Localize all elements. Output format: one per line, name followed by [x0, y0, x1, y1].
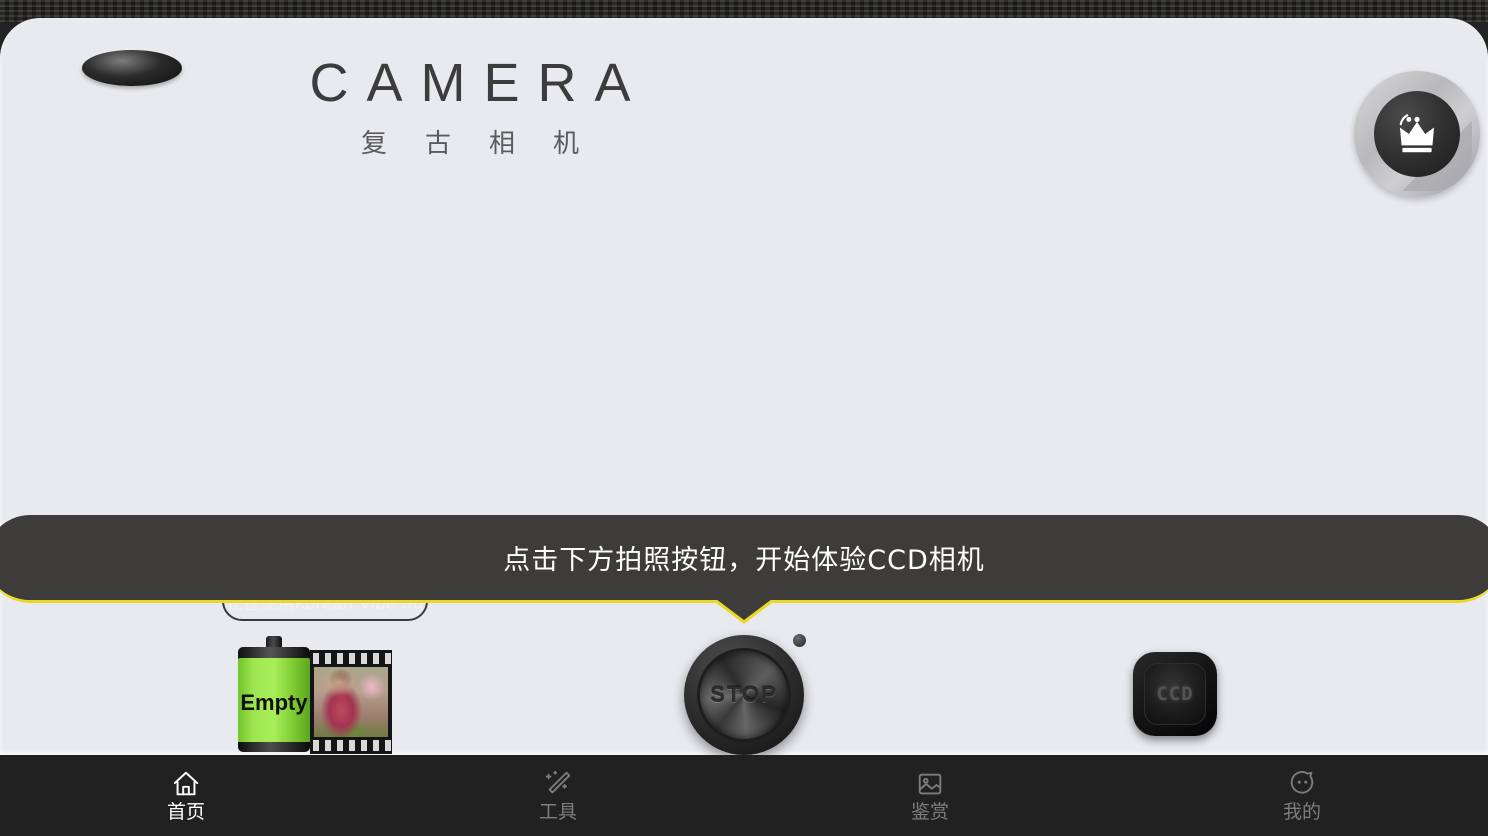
bottom-navigation-bar: 首页 工具 鉴赏 我的 — [0, 755, 1488, 836]
led-indicator-icon — [793, 634, 806, 647]
nav-label-home: 首页 — [166, 801, 205, 823]
app-header: CAMERA 复古相机 — [0, 18, 1488, 197]
nav-label-profile: 我的 — [1282, 801, 1321, 823]
home-icon — [171, 769, 201, 799]
ccd-filter-button[interactable]: CCD — [1133, 652, 1217, 736]
nav-item-home[interactable]: 首页 — [0, 769, 372, 822]
nav-label-gallery: 鉴赏 — [910, 801, 949, 823]
film-perforations-top — [310, 653, 392, 664]
film-strip — [310, 650, 392, 754]
nav-item-profile[interactable]: 我的 — [1116, 769, 1488, 822]
shutter-button[interactable]: STOP — [684, 635, 804, 755]
camera-body-panel: CAMERA 复古相机 正在使用Korean Vibe 06 点击下方拍照按钮，… — [0, 18, 1488, 755]
film-roll-button[interactable]: Empty — [236, 636, 392, 754]
brand-title: CAMERA — [309, 53, 649, 113]
camera-app-screen: CAMERA 复古相机 正在使用Korean Vibe 06 点击下方拍照按钮，… — [0, 0, 1488, 836]
brand-logo: CAMERA 复古相机 — [235, 56, 705, 160]
viewfinder-lens-icon — [82, 50, 182, 86]
image-gallery-icon — [915, 769, 945, 799]
onboarding-tooltip[interactable]: 点击下方拍照按钮，开始体验CCD相机 — [0, 515, 1488, 603]
shutter-inner-dial: STOP — [700, 651, 788, 739]
nav-item-tools[interactable]: 工具 — [372, 769, 744, 822]
magic-wand-icon — [543, 769, 573, 799]
profile-face-icon — [1287, 769, 1317, 799]
vip-badge-button[interactable] — [1354, 71, 1480, 197]
film-roll-label: Empty — [240, 690, 308, 715]
nav-label-tools: 工具 — [538, 801, 577, 823]
film-roll-base — [238, 742, 310, 752]
film-roll-canister: Empty — [238, 658, 310, 748]
film-perforations-bottom — [310, 740, 392, 751]
nav-item-gallery[interactable]: 鉴赏 — [744, 769, 1116, 822]
crown-icon — [1391, 108, 1443, 160]
tooltip-arrow-icon — [712, 599, 776, 624]
camera-controls-row: Empty STOP — [0, 618, 1488, 755]
film-preview-photo — [314, 667, 388, 737]
ccd-filter-inner: CCD — [1144, 663, 1206, 725]
onboarding-tooltip-text: 点击下方拍照按钮，开始体验CCD相机 — [503, 545, 985, 576]
camera-preview-area[interactable] — [0, 188, 1488, 498]
vip-badge-inner — [1374, 91, 1460, 177]
ccd-filter-label: CCD — [1156, 683, 1194, 705]
shutter-button-label: STOP — [710, 682, 778, 707]
brand-subtitle: 复古相机 — [360, 129, 617, 159]
